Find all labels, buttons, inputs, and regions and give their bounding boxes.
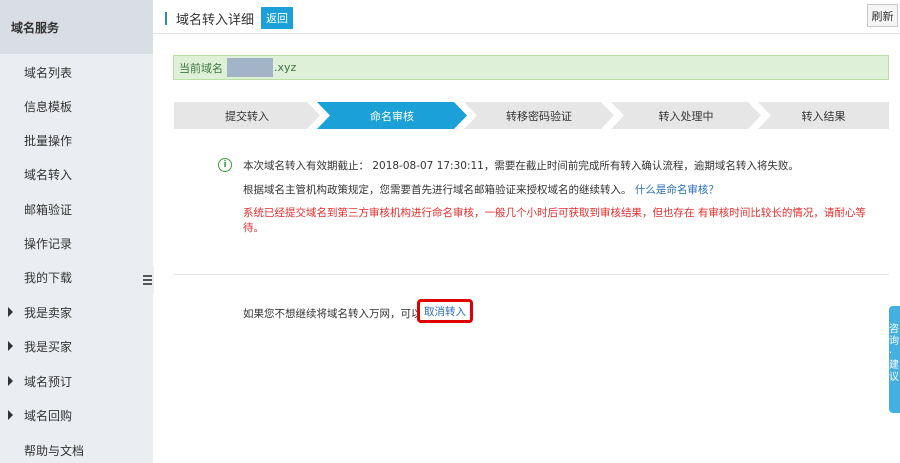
sidebar-item-label: 域名回购 [24,408,73,423]
sidebar-item-label: 邮箱验证 [24,202,73,217]
sidebar-item-label: 我是买家 [24,339,73,354]
redacted-domain-mask [227,58,273,77]
section-divider [174,274,889,275]
title-accent-bar [165,11,167,25]
sidebar-item-buyback[interactable]: 域名回购 [0,398,153,432]
sidebar-item-label: 我的下载 [24,270,73,285]
current-domain-bar: 当前域名 .xyz [173,55,889,80]
sidebar-item-my-downloads[interactable]: 我的下载 [0,260,153,294]
sidebar-item-email-verify[interactable]: 邮箱验证 [0,192,153,226]
info-icon: i [218,158,232,172]
caret-right-icon [8,307,13,317]
header-divider [153,33,900,34]
sidebar-item-label: 信息模板 [24,99,73,114]
sidebar-item-label: 域名转入 [24,167,73,182]
expiry-notice: 本次域名转入有效期截止： 2018-08-07 17:30:11，需要在截止时间… [243,160,799,172]
step-processing: 转入处理中 [611,102,761,129]
step-result: 转入结果 [758,102,889,129]
sidebar-collapse-handle[interactable] [140,266,154,294]
sidebar-item-info-template[interactable]: 信息模板 [0,89,153,123]
menu-collapse-icon [142,275,152,285]
step-label: 提交转入 [225,109,269,123]
caret-right-icon [8,376,13,386]
step-transfer-password: 转移密码验证 [464,102,614,129]
caret-right-icon [8,410,13,420]
step-submit-transfer: 提交转入 [174,102,320,129]
sidebar-item-buyer[interactable]: 我是买家 [0,329,153,363]
step-naming-review: 命名审核 [317,102,467,129]
step-label: 转移密码验证 [506,109,572,123]
policy-text: 根据域名主管机构政策规定，您需要首先进行域名邮箱验证来授权域名的继续转入。 [243,184,632,196]
sidebar-item-help-docs[interactable]: 帮助与文档 [0,433,153,463]
sidebar-item-label: 批量操作 [24,133,73,148]
sidebar-item-batch-operation[interactable]: 批量操作 [0,123,153,157]
sidebar-item-domain-transfer[interactable]: 域名转入 [0,157,153,191]
sidebar-item-preorder[interactable]: 域名预订 [0,364,153,398]
sidebar-item-domain-list[interactable]: 域名列表 [0,55,153,89]
sidebar: 域名服务 域名列表 信息模板 批量操作 域名转入 邮箱验证 操作记录 我的下载 … [0,0,153,463]
sidebar-item-seller[interactable]: 我是卖家 [0,295,153,329]
page-header: 域名转入详细 返回 [165,6,294,30]
caret-right-icon [8,341,13,351]
cancel-transfer-link[interactable]: 取消转入 [417,299,473,323]
review-warning: 系统已经提交域名到第三方审核机构进行命名审核，一般几个小时后可获取到审核结果，但… [243,207,866,234]
current-domain-suffix: .xyz [274,61,297,74]
sidebar-item-label: 我是卖家 [24,305,73,320]
sidebar-item-label: 域名列表 [24,65,73,80]
back-button[interactable]: 返回 [261,7,294,29]
step-label: 转入结果 [801,109,846,123]
sidebar-item-operation-log[interactable]: 操作记录 [0,226,153,260]
step-label: 命名审核 [370,109,414,123]
step-label: 转入处理中 [658,109,714,123]
sidebar-item-label: 操作记录 [24,236,73,251]
sidebar-header: 域名服务 [0,0,153,54]
naming-review-help-link[interactable]: 什么是命名审核？ [635,184,719,196]
progress-steps: 提交转入 命名审核 转移密码验证 转入处理中 转入结果 [174,102,889,129]
refresh-button[interactable]: 刷新 [867,4,898,27]
feedback-tab[interactable]: 咨询·建议 [889,306,900,413]
cancel-prompt: 如果您不想继续将域名转入万网，可以 [243,308,422,320]
policy-notice: 根据域名主管机构政策规定，您需要首先进行域名邮箱验证来授权域名的继续转入。 什么… [243,182,719,197]
page-title: 域名转入详细 [176,12,255,28]
current-domain-label: 当前域名 [179,61,223,75]
sidebar-item-label: 帮助与文档 [24,443,85,458]
sidebar-item-label: 域名预订 [24,374,73,389]
